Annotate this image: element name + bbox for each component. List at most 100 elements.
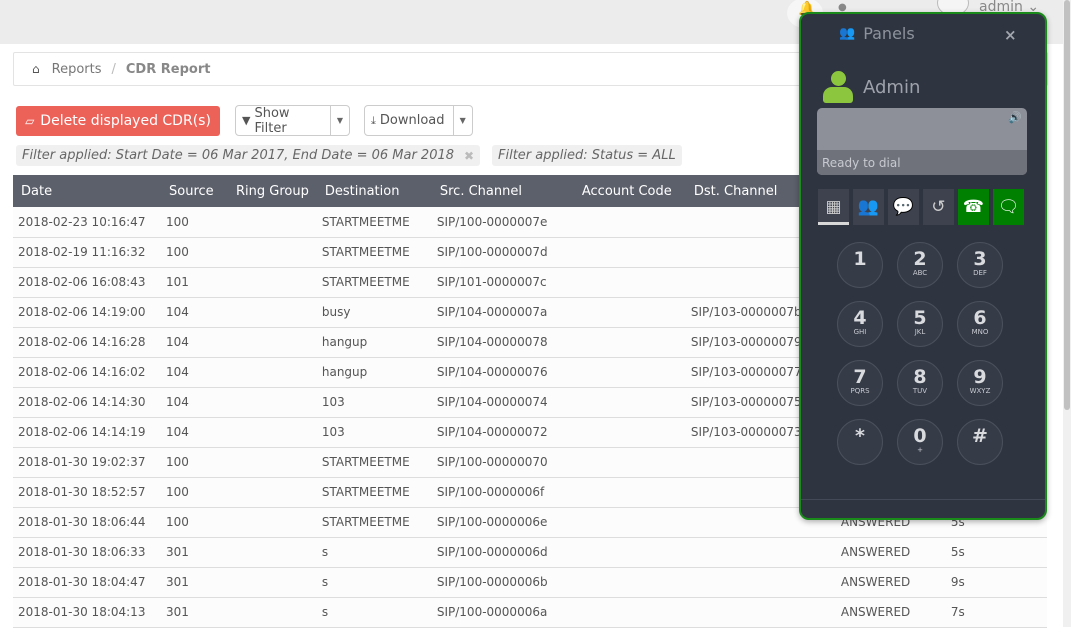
cell-src-channel: SIP/100-0000007e (431, 207, 574, 238)
cell-account-code (573, 207, 686, 238)
dial-key-letters: WXYZ (969, 387, 991, 395)
delete-cdrs-label: Delete displayed CDR(s) (40, 113, 211, 129)
panel-tabs: ▦ 👥 💬 ↺ ☎ 🗨 (818, 189, 1024, 225)
cell-destination: busy (316, 297, 432, 328)
cell-account-code (573, 597, 686, 628)
dial-key-digit: 2 (913, 248, 927, 270)
close-icon[interactable]: × (1004, 26, 1017, 44)
scrollbar-thumb[interactable] (1064, 0, 1070, 410)
filter-tag-status: Filter applied: Status = ALL (492, 145, 682, 166)
column-header-destination[interactable]: Destination (317, 175, 432, 207)
cell-src-channel: SIP/101-0000007c (431, 267, 574, 298)
download-button[interactable]: ⤓ Download (365, 106, 454, 135)
column-header-account-code[interactable]: Account Code (574, 175, 686, 207)
speaker-icon[interactable]: 🔊 (1008, 111, 1022, 124)
cell-source: 100 (161, 207, 228, 238)
cell-src-channel: SIP/104-00000076 (431, 357, 574, 388)
dial-key-letters: GHI (853, 328, 867, 336)
dial-key[interactable]: 3 DEF (957, 242, 1003, 288)
cell-date: 2018-01-30 19:02:37 (13, 447, 161, 478)
cell-account-code (573, 567, 686, 598)
cell-src-channel: SIP/100-0000006e (431, 507, 574, 538)
cell-date: 2018-01-30 18:06:33 (13, 537, 161, 568)
filter-tag-text: Filter applied: Status = ALL (498, 148, 676, 163)
dial-key[interactable]: * (837, 419, 883, 465)
dial-key-digit: 8 (913, 366, 927, 388)
cell-dst-channel (685, 567, 836, 598)
dial-key[interactable]: 9 WXYZ (957, 360, 1003, 406)
message-button[interactable]: 🗨 (993, 189, 1024, 225)
column-header-source[interactable]: Source (161, 175, 228, 207)
cell-source: 100 (161, 447, 228, 478)
table-row[interactable]: 2018-01-30 18:06:33 301 s SIP/100-0000006d A… (13, 537, 1047, 568)
phone-panel: 👥 Panels × Admin 🔊 Ready to dial ▦ 👥 💬 ↺… (799, 12, 1047, 520)
caret-down-icon: ▼ (459, 116, 466, 125)
cell-date: 2018-02-19 11:16:32 (13, 237, 161, 268)
cell-ring-group (228, 477, 317, 508)
cell-date: 2018-01-30 18:04:47 (13, 567, 161, 598)
cell-ring-group (228, 417, 317, 448)
dial-key[interactable]: # (957, 419, 1003, 465)
home-icon[interactable]: ⌂ (32, 62, 40, 76)
download-dropdown-toggle[interactable]: ▼ (454, 106, 473, 135)
users-icon: 👥 (839, 26, 856, 41)
dial-key[interactable]: 8 TUV (897, 360, 943, 406)
call-button[interactable]: ☎ (958, 189, 989, 225)
cell-ring-group (228, 387, 317, 418)
show-filter-button-group: ▼ Show Filter ▼ (235, 105, 350, 136)
keypad: 1 2 ABC 3 DEF 4 GHI 5 JKL 6 MNO 7 PQRS 8 TUV 9 WXYZ * 0 + # (837, 242, 1003, 465)
breadcrumb-current: CDR Report (125, 61, 211, 77)
panel-divider (801, 499, 1045, 500)
show-filter-dropdown-toggle[interactable]: ▼ (331, 106, 349, 135)
cell-source: 104 (161, 357, 228, 388)
cell-ring-group (228, 537, 317, 568)
cell-duration: 5s (945, 537, 1047, 568)
column-header-date[interactable]: Date (13, 175, 161, 207)
tab-keypad[interactable]: ▦ (818, 189, 849, 225)
eraser-icon: ▱ (25, 114, 35, 128)
cell-date: 2018-02-06 14:14:30 (13, 387, 161, 418)
dial-key[interactable]: 2 ABC (897, 242, 943, 288)
filter-tag-text: Filter applied: Start Date = 06 Mar 2017… (22, 148, 455, 163)
cell-destination: s (316, 597, 432, 628)
breadcrumb-separator: / (111, 61, 116, 77)
cell-account-code (573, 447, 686, 478)
cell-source: 104 (161, 327, 228, 358)
dial-key[interactable]: 1 (837, 242, 883, 288)
cell-ring-group (228, 327, 317, 358)
cell-destination: STARTMEETME (316, 267, 432, 298)
dial-key-letters: PQRS (850, 387, 870, 395)
message-icon: 🗨 (997, 197, 1020, 217)
download-button-group: ⤓ Download ▼ (364, 105, 473, 136)
cell-destination: hangup (316, 327, 432, 358)
cell-date: 2018-01-30 18:06:44 (13, 507, 161, 538)
page-scrollbar[interactable] (1063, 0, 1071, 627)
dialer-display: 🔊 Ready to dial (817, 108, 1027, 175)
column-header-ring-group[interactable]: Ring Group (228, 175, 317, 207)
show-filter-button[interactable]: ▼ Show Filter (236, 106, 331, 136)
breadcrumb-reports[interactable]: Reports (52, 62, 102, 77)
tab-contacts[interactable]: 👥 (853, 189, 884, 225)
filter-tag-date: Filter applied: Start Date = 06 Mar 2017… (16, 145, 481, 166)
table-row[interactable]: 2018-01-30 18:04:47 301 s SIP/100-0000006b A… (13, 567, 1047, 598)
remove-filter-icon[interactable]: ✖ (464, 149, 474, 163)
cell-source: 104 (161, 417, 228, 448)
cell-src-channel: SIP/100-0000006f (431, 477, 574, 508)
dial-key-letters: MNO (971, 328, 989, 336)
dial-key[interactable]: 0 + (897, 419, 943, 465)
dial-key-letters: DEF (973, 269, 987, 277)
cell-date: 2018-02-06 14:19:00 (13, 297, 161, 328)
cell-account-code (573, 507, 686, 538)
table-row[interactable]: 2018-01-30 18:04:13 301 s SIP/100-0000006a A… (13, 597, 1047, 628)
tab-chats[interactable]: 💬 (888, 189, 919, 225)
cell-destination: 103 (316, 387, 432, 418)
dial-key[interactable]: 7 PQRS (837, 360, 883, 406)
dial-key[interactable]: 5 JKL (897, 301, 943, 347)
tab-history[interactable]: ↺ (923, 189, 954, 225)
cell-ring-group (228, 237, 317, 268)
delete-cdrs-button[interactable]: ▱ Delete displayed CDR(s) (16, 106, 220, 136)
column-header-src-channel[interactable]: Src. Channel (432, 175, 574, 207)
dial-key[interactable]: 6 MNO (957, 301, 1003, 347)
cell-dst-channel (685, 537, 836, 568)
dial-key[interactable]: 4 GHI (837, 301, 883, 347)
